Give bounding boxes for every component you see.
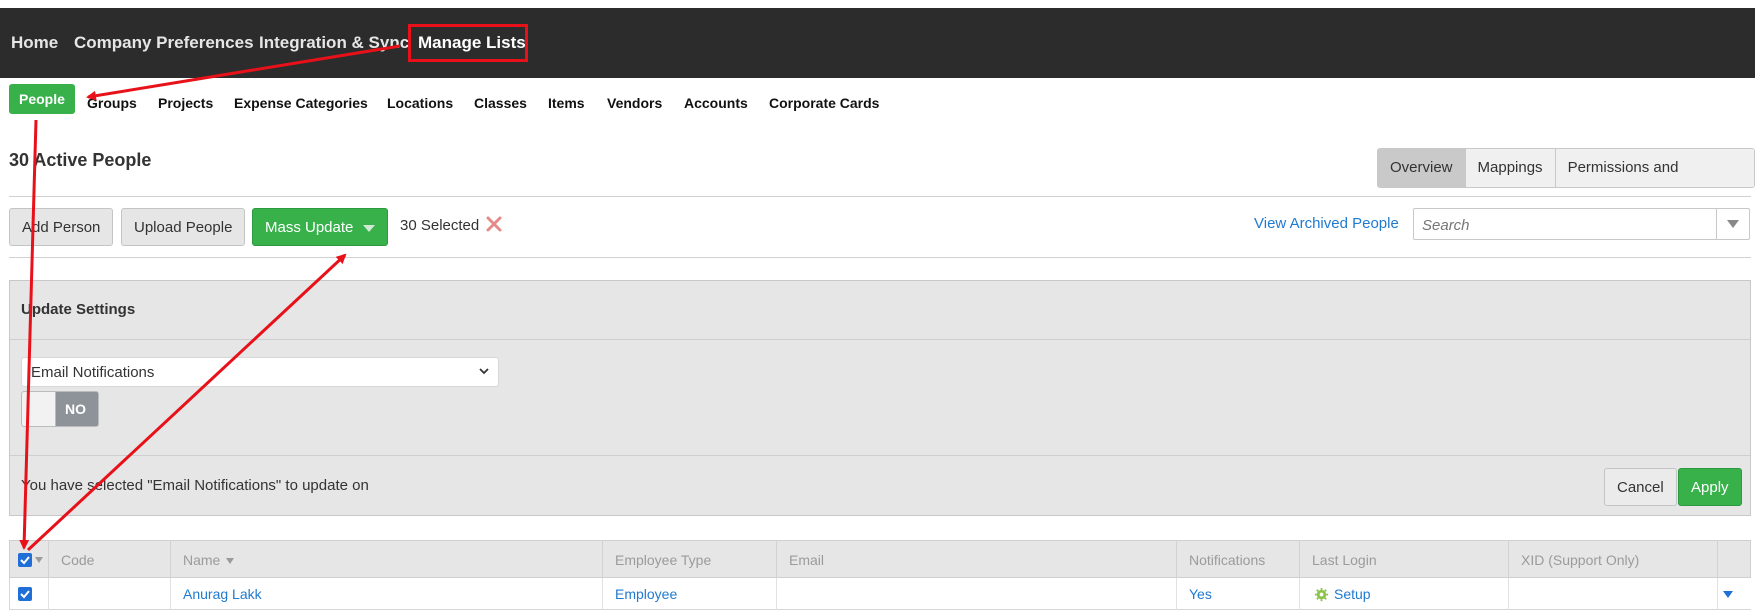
toggle-knob: [22, 392, 56, 426]
column-name[interactable]: Name: [171, 541, 603, 579]
row-checkbox[interactable]: [18, 587, 32, 601]
subnav-accounts[interactable]: Accounts: [684, 92, 748, 114]
view-archived-people-link[interactable]: View Archived People: [1254, 215, 1399, 232]
divider: [9, 257, 1751, 258]
chevron-down-icon: [479, 368, 489, 375]
view-switch: Overview Mappings Permissions and Approv…: [1377, 148, 1755, 188]
nav-home[interactable]: Home: [11, 8, 58, 78]
subnav-people[interactable]: People: [9, 84, 75, 114]
subnav-corporate-cards[interactable]: Corporate Cards: [769, 92, 879, 114]
top-nav: Home Company Preferences Integration & S…: [0, 8, 1755, 88]
subnav-expense-categories[interactable]: Expense Categories: [234, 92, 368, 114]
cell-code: [49, 578, 171, 610]
column-last-login[interactable]: Last Login: [1300, 541, 1509, 579]
subnav-items[interactable]: Items: [548, 92, 585, 114]
notifications-toggle[interactable]: NO: [21, 391, 99, 427]
panel-title: Update Settings: [21, 301, 136, 318]
subnav-vendors[interactable]: Vendors: [607, 92, 662, 114]
header-select-cell: [10, 541, 49, 579]
active-nav-caret-icon: [458, 78, 478, 88]
table-header: Code Name Employee Type Email Notificati…: [9, 540, 1751, 579]
subnav-locations[interactable]: Locations: [387, 92, 453, 114]
update-message: You have selected "Email Notifications" …: [21, 477, 369, 494]
cell-notifications-link[interactable]: Yes: [1177, 578, 1300, 610]
subnav-projects[interactable]: Projects: [158, 92, 213, 114]
divider: [9, 196, 1751, 197]
panel-header: Update Settings: [10, 281, 1750, 340]
people-table: Code Name Employee Type Email Notificati…: [9, 540, 1751, 614]
select-all-checkbox[interactable]: [18, 553, 32, 567]
cell-last-login: Setup: [1300, 578, 1509, 610]
subnav-classes[interactable]: Classes: [474, 92, 527, 114]
page-title: 30 Active People: [9, 150, 152, 170]
row-select-cell: [10, 578, 49, 610]
nav-integration-sync[interactable]: Integration & Sync: [259, 8, 409, 78]
search-input[interactable]: [1420, 213, 1704, 237]
clear-selection-icon[interactable]: [484, 214, 504, 234]
column-employee-type[interactable]: Employee Type: [603, 541, 777, 579]
nav-company-preferences[interactable]: Company Preferences: [74, 8, 254, 78]
search-box: [1413, 208, 1750, 240]
annotation-highlight-box: [408, 24, 528, 62]
mass-update-label: Mass Update: [265, 219, 354, 236]
setup-link[interactable]: Setup: [1334, 586, 1371, 602]
tab-permissions-approvers[interactable]: Permissions and Approvers: [1555, 149, 1754, 187]
gear-icon: [1314, 587, 1329, 602]
upload-people-button[interactable]: Upload People: [121, 208, 246, 246]
tab-overview[interactable]: Overview: [1378, 149, 1466, 187]
column-name-label: Name: [183, 552, 221, 568]
tab-mappings[interactable]: Mappings: [1465, 149, 1556, 187]
sort-caret-icon: [226, 558, 235, 565]
table-row: Anurag Lakk Employee Yes Setup: [9, 578, 1751, 610]
update-settings-panel: Update Settings Email Notifications NO Y…: [9, 280, 1751, 516]
cell-email: [777, 578, 1177, 610]
setting-select[interactable]: Email Notifications: [21, 357, 499, 387]
column-notifications[interactable]: Notifications: [1177, 541, 1300, 579]
setting-select-value: Email Notifications: [31, 364, 155, 381]
column-code[interactable]: Code: [49, 541, 171, 579]
mass-update-button[interactable]: Mass Update: [252, 208, 389, 246]
add-person-button[interactable]: Add Person: [9, 208, 114, 246]
divider: [10, 455, 1750, 456]
column-email[interactable]: Email: [777, 541, 1177, 579]
selected-count: 30 Selected: [400, 217, 480, 234]
column-xid[interactable]: XID (Support Only): [1509, 541, 1718, 579]
cell-employee-type-link[interactable]: Employee: [603, 578, 777, 610]
apply-button[interactable]: Apply: [1678, 468, 1742, 506]
cell-xid: [1509, 578, 1718, 610]
search-dropdown-icon[interactable]: [1716, 209, 1749, 239]
chevron-down-icon: [363, 224, 376, 232]
row-menu-caret-icon[interactable]: [1722, 588, 1734, 600]
cell-name-link[interactable]: Anurag Lakk: [171, 578, 603, 610]
select-options-caret-icon[interactable]: [35, 557, 43, 563]
subnav-groups[interactable]: Groups: [87, 92, 137, 114]
toggle-state-label: NO: [65, 401, 86, 417]
cancel-button[interactable]: Cancel: [1604, 468, 1677, 506]
